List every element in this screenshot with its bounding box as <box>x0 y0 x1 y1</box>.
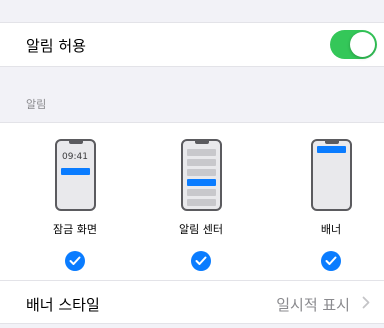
banner-style-label: 배너 스타일 <box>26 296 100 314</box>
toggle-knob <box>350 32 375 57</box>
check-circle-icon[interactable] <box>65 251 85 271</box>
banners-phone-icon <box>310 139 352 211</box>
allow-notifications-toggle[interactable] <box>330 30 377 59</box>
alert-option-banners[interactable]: 배너 <box>296 139 366 271</box>
alert-option-notification-center[interactable]: 알림 센터 <box>166 139 236 271</box>
lock-screen-phone-icon: 09:41 <box>54 139 96 211</box>
alert-option-label: 잠금 화면 <box>53 223 97 236</box>
banner-style-row[interactable]: 배너 스타일 일시적 표시 <box>0 280 384 324</box>
chevron-right-icon <box>362 296 370 309</box>
allow-notifications-label: 알림 허용 <box>26 37 86 55</box>
check-circle-icon[interactable] <box>191 251 211 271</box>
check-circle-icon[interactable] <box>321 251 341 271</box>
alert-option-label: 배너 <box>320 223 342 236</box>
banner-style-value: 일시적 표시 <box>276 296 350 314</box>
alerts-section-header: 알림 <box>26 98 47 111</box>
alert-option-label: 알림 센터 <box>179 223 223 236</box>
top-spacer <box>0 0 384 22</box>
allow-notifications-row: 알림 허용 <box>0 22 384 67</box>
alert-option-lock-screen[interactable]: 09:41 잠금 화면 <box>40 139 110 271</box>
notification-center-phone-icon <box>180 139 222 211</box>
alerts-options: 09:41 잠금 화면 알림 센터 배너 <box>0 122 384 280</box>
phone-time: 09:41 <box>62 152 88 162</box>
